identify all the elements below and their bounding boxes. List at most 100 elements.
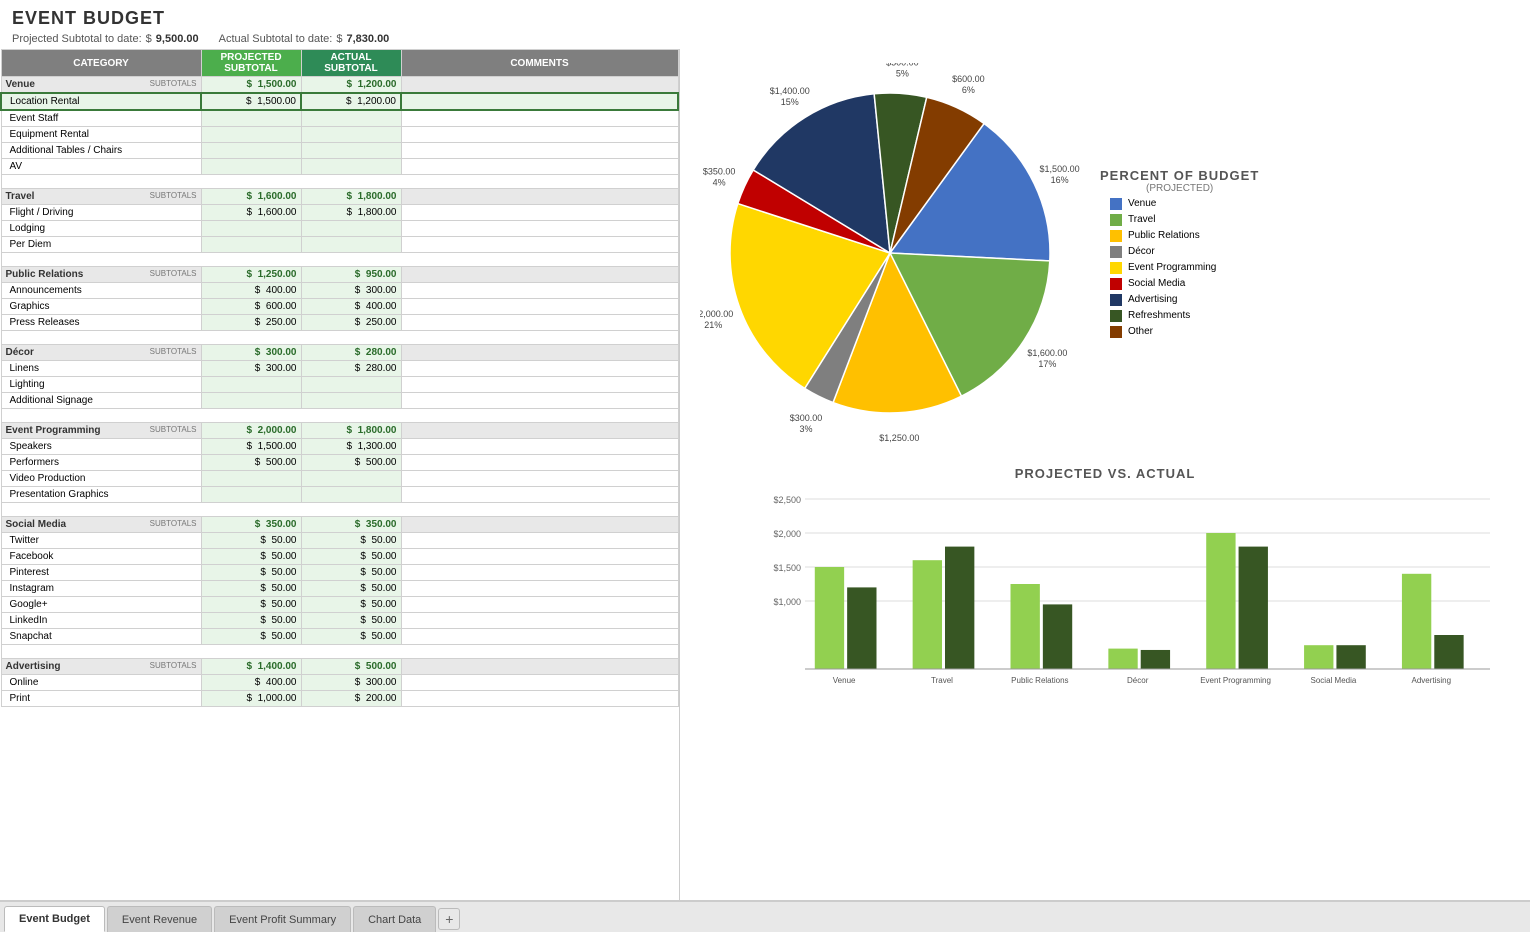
table-row: Lighting: [1, 377, 678, 393]
table-row: Pinterest $ 50.00 $ 50.00: [1, 565, 678, 581]
table-row: Graphics $ 600.00 $ 400.00: [1, 299, 678, 315]
pie-label: $300.003%: [790, 413, 823, 434]
legend-item: Travel: [1110, 214, 1259, 226]
bar-x-label: Venue: [833, 676, 856, 685]
item-actual: $ 300.00: [301, 283, 401, 299]
item-name: Announcements: [1, 283, 201, 299]
tab-event-profit-summary[interactable]: Event Profit Summary: [214, 906, 351, 932]
item-actual: [301, 377, 401, 393]
section-name: Advertising SUBTOTALS: [1, 659, 201, 675]
item-projected: $ 1,000.00: [201, 691, 301, 707]
item-comments: [401, 159, 678, 175]
section-name: Décor SUBTOTALS: [1, 345, 201, 361]
subtotal-row: Travel SUBTOTALS $ 1,600.00 $ 1,800.00: [1, 189, 678, 205]
table-row: Press Releases $ 250.00 $ 250.00: [1, 315, 678, 331]
legend-color: [1110, 246, 1122, 258]
item-actual: [301, 110, 401, 127]
item-comments: [401, 439, 678, 455]
item-projected: $ 400.00: [201, 675, 301, 691]
bar-actual: [1336, 645, 1365, 669]
pie-label: $2,000.0021%: [700, 309, 733, 330]
bar-x-label: Décor: [1127, 676, 1149, 685]
item-actual: $ 1,800.00: [301, 205, 401, 221]
table-row: Linens $ 300.00 $ 280.00: [1, 361, 678, 377]
item-actual: $ 280.00: [301, 361, 401, 377]
item-name: Performers: [1, 455, 201, 471]
section-name: Venue SUBTOTALS: [1, 77, 201, 94]
pie-legend-wrapper: PERCENT OF BUDGET (PROJECTED) VenueTrave…: [1100, 168, 1259, 338]
bar-actual: [1043, 604, 1072, 669]
bar-projected: [1108, 649, 1137, 669]
section-projected: $ 1,500.00: [201, 77, 301, 94]
bar-actual: [945, 547, 974, 669]
item-name: Additional Signage: [1, 393, 201, 409]
tab-event-revenue[interactable]: Event Revenue: [107, 906, 212, 932]
item-projected: $ 50.00: [201, 581, 301, 597]
item-comments: [401, 361, 678, 377]
add-tab-button[interactable]: +: [438, 908, 460, 930]
item-comments: [401, 613, 678, 629]
item-projected: [201, 393, 301, 409]
empty-row: [1, 409, 678, 423]
legend-label: Décor: [1128, 246, 1155, 257]
item-actual: [301, 159, 401, 175]
legend-color: [1110, 294, 1122, 306]
legend-label: Social Media: [1128, 278, 1185, 289]
item-actual: [301, 393, 401, 409]
tab-event-budget[interactable]: Event Budget: [4, 906, 105, 932]
tabs-bar: Event BudgetEvent RevenueEvent Profit Su…: [0, 900, 1530, 932]
pie-label: $1,600.0017%: [1027, 348, 1067, 369]
pie-label: $600.006%: [952, 74, 985, 95]
bar-projected: [1304, 645, 1333, 669]
item-name: Event Staff: [1, 110, 201, 127]
section-actual: $ 280.00: [301, 345, 401, 361]
section-projected: $ 1,250.00: [201, 267, 301, 283]
item-name: Facebook: [1, 549, 201, 565]
item-comments: [401, 675, 678, 691]
item-comments: [401, 205, 678, 221]
table-row: Flight / Driving $ 1,600.00 $ 1,800.00: [1, 205, 678, 221]
pie-label: $500.005%: [886, 63, 919, 78]
item-actual: $ 1,300.00: [301, 439, 401, 455]
section-actual: $ 500.00: [301, 659, 401, 675]
bar-actual: [847, 587, 876, 669]
actual-label: Actual Subtotal to date:: [219, 33, 333, 45]
empty-row: [1, 175, 678, 189]
section-projected: $ 350.00: [201, 517, 301, 533]
item-comments: [401, 127, 678, 143]
item-actual: $ 200.00: [301, 691, 401, 707]
item-comments: [401, 315, 678, 331]
table-row: Location Rental $ 1,500.00 $ 1,200.00: [1, 93, 678, 110]
section-name: Social Media SUBTOTALS: [1, 517, 201, 533]
item-comments: [401, 393, 678, 409]
charts-area: $1,500.0016%$1,600.0017%$1,250.0013%$300…: [680, 49, 1530, 900]
legend-item: Other: [1110, 326, 1259, 338]
spreadsheet: CATEGORY PROJECTEDSUBTOTAL ACTUALSUBTOTA…: [0, 49, 680, 900]
item-name: Location Rental: [1, 93, 201, 110]
section-actual: $ 1,200.00: [301, 77, 401, 94]
pie-label: $1,250.0013%: [879, 433, 919, 443]
item-projected: $ 300.00: [201, 361, 301, 377]
table-row: Equipment Rental: [1, 127, 678, 143]
subtotal-row: Public Relations SUBTOTALS $ 1,250.00 $ …: [1, 267, 678, 283]
table-row: Additional Signage: [1, 393, 678, 409]
bar-projected: [1011, 584, 1040, 669]
item-projected: [201, 159, 301, 175]
legend-label: Venue: [1128, 198, 1156, 209]
item-name: Additional Tables / Chairs: [1, 143, 201, 159]
item-projected: $ 600.00: [201, 299, 301, 315]
legend-item: Refreshments: [1110, 310, 1259, 322]
item-actual: $ 250.00: [301, 315, 401, 331]
item-comments: [401, 143, 678, 159]
item-projected: [201, 221, 301, 237]
item-name: Per Diem: [1, 237, 201, 253]
item-name: Press Releases: [1, 315, 201, 331]
item-projected: [201, 110, 301, 127]
tab-chart-data[interactable]: Chart Data: [353, 906, 436, 932]
table-row: Announcements $ 400.00 $ 300.00: [1, 283, 678, 299]
item-actual: [301, 487, 401, 503]
item-comments: [401, 221, 678, 237]
item-actual: $ 500.00: [301, 455, 401, 471]
legend-item: Venue: [1110, 198, 1259, 210]
budget-table: CATEGORY PROJECTEDSUBTOTAL ACTUALSUBTOTA…: [0, 49, 679, 707]
